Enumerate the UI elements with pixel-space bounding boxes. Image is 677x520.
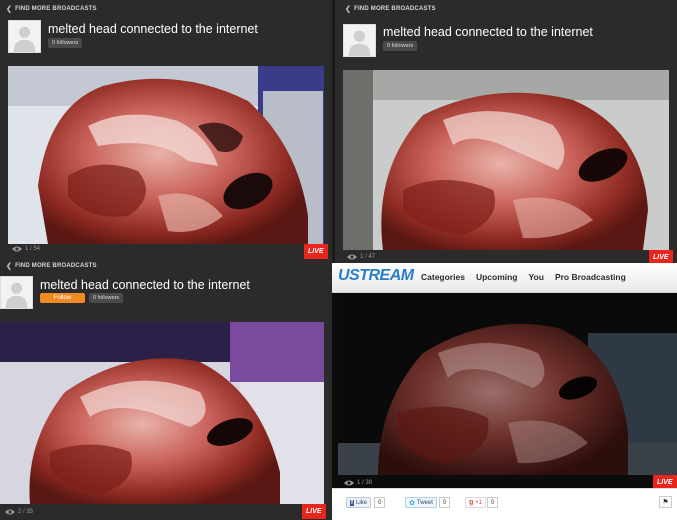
facebook-icon: f [350,499,354,506]
live-badge: LIVE [649,250,673,263]
video-frame [0,322,324,504]
ustream-nav: Categories Upcoming You Pro Broadcasting [421,272,637,282]
flag-icon[interactable]: ⚑ [659,496,672,508]
twitter-icon: ✿ [409,499,415,507]
tweet-button[interactable]: ✿ Tweet [405,497,437,508]
google-plus-button[interactable]: g +1 [465,497,487,508]
facebook-like-count: 0 [374,497,386,508]
viewer-count-text: 1 / 38 [357,480,373,486]
video-frame [8,66,324,244]
avatar[interactable] [8,20,41,53]
find-more-broadcasts-link[interactable]: ❮ FIND MORE BROADCASTS [6,262,97,270]
broadcast-panel-1: ❮ FIND MORE BROADCASTS melted head conne… [0,0,332,259]
eye-icon [12,246,22,252]
followers-count: 0 followers [48,38,83,48]
ustream-nav-bar: USTREAM Categories Upcoming You Pro Broa… [332,263,677,293]
nav-upcoming[interactable]: Upcoming [476,272,518,282]
eye-icon [344,480,354,486]
viewer-count: 1 / 38 [344,480,372,486]
find-more-broadcasts-link[interactable]: ❮ FIND MORE BROADCASTS [345,5,436,13]
viewer-count: 2 / 35 [5,509,33,515]
find-more-broadcasts-link[interactable]: ❮ FIND MORE BROADCASTS [6,5,97,13]
user-silhouette-icon [5,282,28,308]
followers-count: 0 followers [383,41,418,51]
eye-icon [347,254,357,260]
google-plus-count: 0 [487,497,499,508]
avatar[interactable] [0,276,33,309]
viewer-count: 1 / 54 [12,246,40,252]
broadcast-panel-2: ❮ FIND MORE BROADCASTS melted head conne… [335,0,677,263]
nav-pro-broadcasting[interactable]: Pro Broadcasting [555,272,626,282]
eye-icon [5,509,15,515]
avatar[interactable] [343,24,376,57]
video-frame [343,70,669,250]
ustream-panel: USTREAM Categories Upcoming You Pro Broa… [332,263,677,520]
followers-count: 0 followers [89,293,124,303]
chevron-left-icon: ❮ [6,263,13,270]
find-more-label: FIND MORE BROADCASTS [354,6,436,12]
user-silhouette-icon [348,30,371,56]
tweet-label: Tweet [416,499,433,506]
live-badge: LIVE [304,244,328,259]
video-player[interactable] [338,293,677,475]
video-frame [338,293,677,475]
find-more-label: FIND MORE BROADCASTS [15,6,97,12]
chevron-left-icon: ❮ [345,6,352,13]
ustream-logo[interactable]: USTREAM [338,267,414,285]
facebook-like-button[interactable]: f Like [346,497,372,508]
social-share-row: f Like 0 ✿ Tweet 0 g +1 0 ⚑ [332,488,677,520]
nav-categories[interactable]: Categories [421,272,465,282]
user-silhouette-icon [13,26,36,52]
viewer-count-text: 2 / 35 [18,509,34,515]
broadcast-title: melted head connected to the internet [40,278,250,292]
live-badge: LIVE [302,504,326,519]
chevron-left-icon: ❮ [6,6,13,13]
broadcast-title: melted head connected to the internet [48,22,258,36]
google-plus-label: +1 [475,499,483,506]
video-player[interactable] [343,70,669,250]
broadcast-panel-3: ❮ FIND MORE BROADCASTS melted head conne… [0,259,332,520]
find-more-label: FIND MORE BROADCASTS [15,263,97,269]
tweet-count: 0 [439,497,451,508]
video-player[interactable] [8,66,324,244]
video-player[interactable] [0,322,324,504]
nav-you[interactable]: You [529,272,544,282]
viewer-count: 1 / 47 [347,254,375,260]
follow-button[interactable]: Follow [40,293,85,303]
broadcast-title: melted head connected to the internet [383,25,593,39]
facebook-like-label: Like [356,499,368,506]
viewer-count-text: 1 / 54 [25,246,41,252]
google-plus-icon: g [469,499,474,506]
viewer-count-text: 1 / 47 [360,254,376,260]
